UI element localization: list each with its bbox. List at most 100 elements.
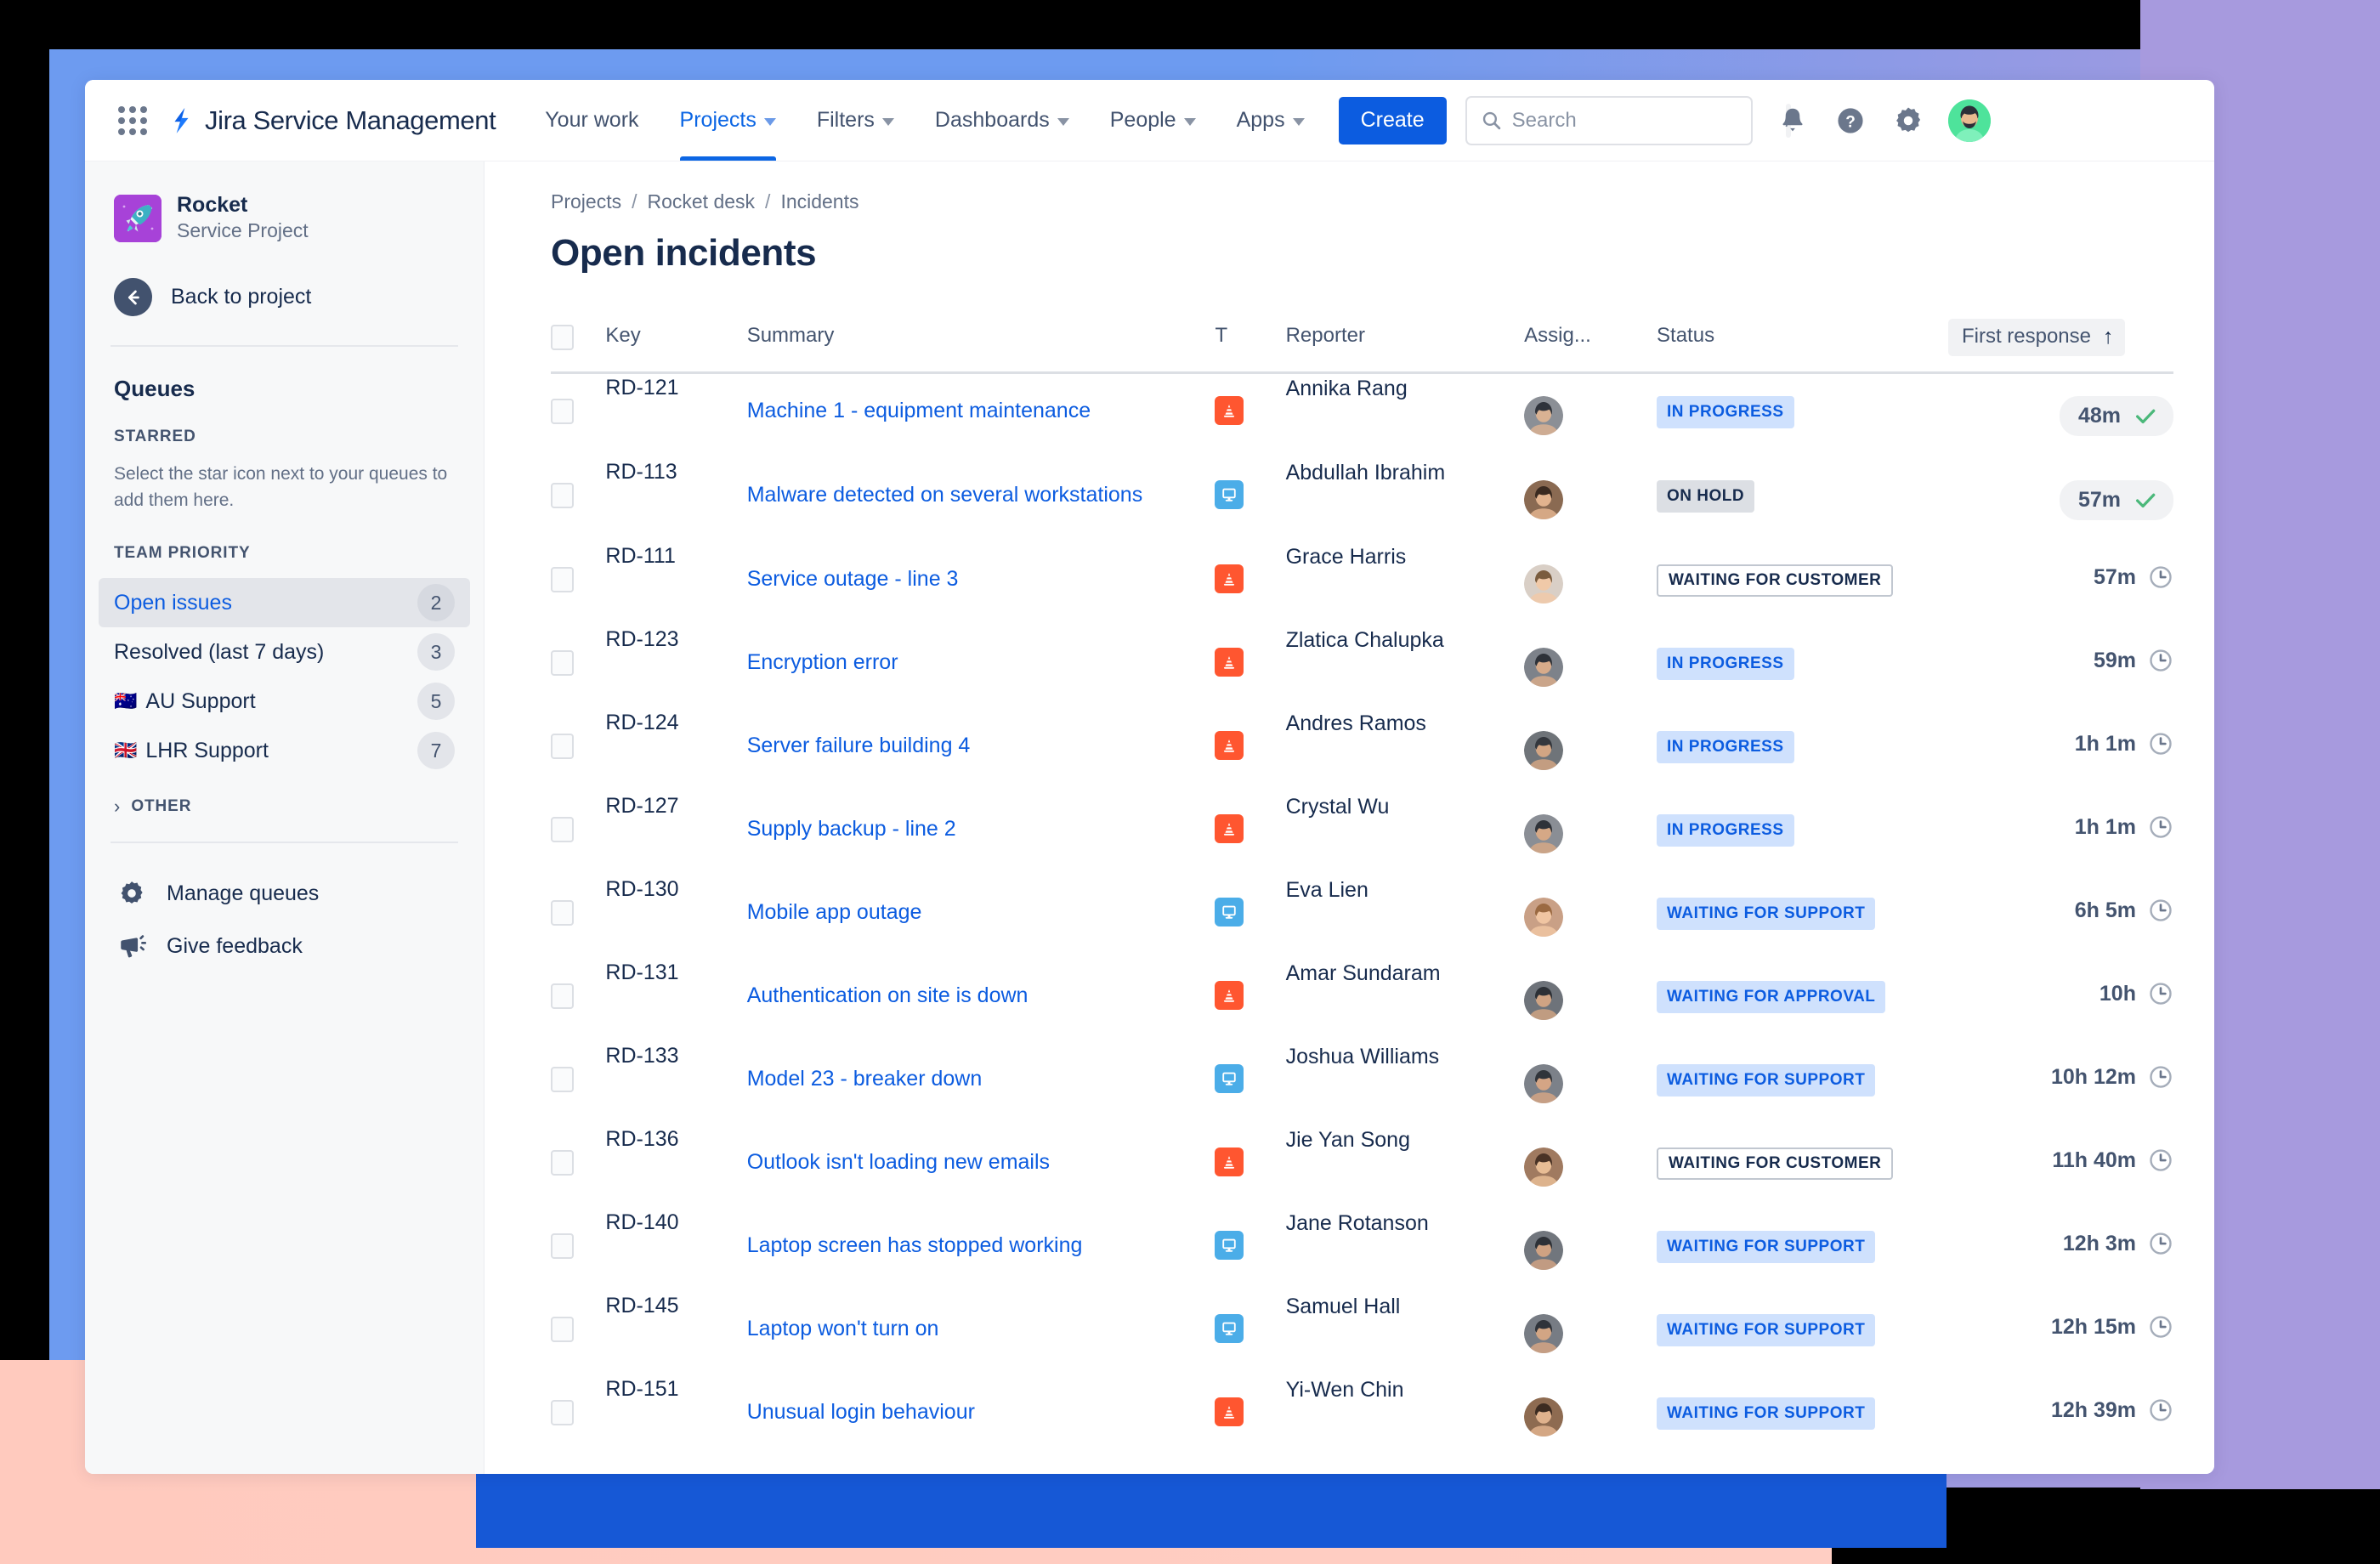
give-feedback-button[interactable]: Give feedback xyxy=(85,920,484,972)
issue-key[interactable]: RD-145 xyxy=(605,1292,746,1375)
issue-key[interactable]: RD-140 xyxy=(605,1209,746,1292)
issue-summary-link[interactable]: Mobile app outage xyxy=(747,898,922,927)
assignee-avatar[interactable] xyxy=(1524,564,1564,604)
notifications-bell-button[interactable] xyxy=(1775,103,1810,139)
table-row[interactable]: RD-133 Model 23 - breaker down Joshua Wi… xyxy=(551,1042,2173,1125)
column-status[interactable]: Status xyxy=(1657,319,1948,374)
issue-assignee-cell[interactable] xyxy=(1524,959,1657,1042)
back-to-project-button[interactable]: Back to project xyxy=(85,278,484,317)
assignee-avatar[interactable] xyxy=(1524,1397,1564,1436)
table-row[interactable]: RD-111 Service outage - line 3 Grace Har… xyxy=(551,542,2173,626)
table-row[interactable]: RD-131 Authentication on site is down Am… xyxy=(551,959,2173,1042)
table-row[interactable]: RD-123 Encryption error Zlatica Chalupka… xyxy=(551,626,2173,709)
assignee-avatar[interactable] xyxy=(1524,1064,1564,1103)
issue-key[interactable]: RD-131 xyxy=(605,959,746,1042)
status-badge[interactable]: IN PROGRESS xyxy=(1657,814,1794,847)
issue-assignee-cell[interactable] xyxy=(1524,1292,1657,1375)
issue-key[interactable]: RD-113 xyxy=(605,458,746,542)
issue-summary-link[interactable]: Model 23 - breaker down xyxy=(747,1064,983,1094)
status-badge[interactable]: IN PROGRESS xyxy=(1657,731,1794,763)
issue-assignee-cell[interactable] xyxy=(1524,542,1657,626)
breadcrumb-incidents[interactable]: Incidents xyxy=(780,190,858,213)
table-row[interactable]: RD-136 Outlook isn't loading new emails … xyxy=(551,1125,2173,1209)
table-row[interactable]: RD-145 Laptop won't turn on Samuel Hall … xyxy=(551,1292,2173,1375)
column-summary[interactable]: Summary xyxy=(746,319,1216,374)
assignee-avatar[interactable] xyxy=(1524,814,1564,853)
issue-key[interactable]: RD-151 xyxy=(605,1375,746,1459)
sidebar-item-resolved[interactable]: Resolved (last 7 days) 3 xyxy=(99,627,470,677)
row-checkbox[interactable] xyxy=(551,1317,574,1342)
row-checkbox[interactable] xyxy=(551,900,574,926)
sidebar-item-au-support[interactable]: 🇦🇺 AU Support 5 xyxy=(99,677,470,726)
status-badge[interactable]: WAITING FOR SUPPORT xyxy=(1657,1397,1876,1430)
issue-key[interactable]: RD-136 xyxy=(605,1125,746,1209)
issue-summary-link[interactable]: Service outage - line 3 xyxy=(747,564,959,594)
issue-assignee-cell[interactable] xyxy=(1524,1375,1657,1459)
column-assignee[interactable]: Assig... xyxy=(1524,319,1658,374)
issue-assignee-cell[interactable] xyxy=(1524,626,1657,709)
issue-key[interactable]: RD-123 xyxy=(605,626,746,709)
status-badge[interactable]: WAITING FOR CUSTOMER xyxy=(1657,564,1894,597)
issue-summary-link[interactable]: Outlook isn't loading new emails xyxy=(747,1148,1050,1177)
row-checkbox[interactable] xyxy=(551,567,574,592)
row-checkbox[interactable] xyxy=(551,734,574,759)
issue-assignee-cell[interactable] xyxy=(1524,373,1657,459)
issue-assignee-cell[interactable] xyxy=(1524,1042,1657,1125)
assignee-avatar[interactable] xyxy=(1524,898,1564,937)
row-checkbox[interactable] xyxy=(551,1233,574,1259)
issue-key[interactable]: RD-127 xyxy=(605,792,746,876)
manage-queues-button[interactable]: Manage queues xyxy=(85,867,484,920)
nav-item-people[interactable]: People xyxy=(1090,80,1216,161)
product-home-link[interactable]: Jira Service Management xyxy=(167,105,496,136)
issue-summary-link[interactable]: Malware detected on several workstations xyxy=(747,480,1143,510)
issue-summary-link[interactable]: Server failure building 4 xyxy=(747,731,971,761)
status-badge[interactable]: WAITING FOR SUPPORT xyxy=(1657,1314,1876,1346)
status-badge[interactable]: IN PROGRESS xyxy=(1657,648,1794,680)
row-checkbox[interactable] xyxy=(551,483,574,508)
issue-summary-link[interactable]: Authentication on site is down xyxy=(747,981,1028,1011)
column-key[interactable]: Key xyxy=(605,319,747,374)
status-badge[interactable]: WAITING FOR CUSTOMER xyxy=(1657,1148,1894,1180)
breadcrumb-rocket-desk[interactable]: Rocket desk xyxy=(647,190,755,213)
sidebar-item-open-issues[interactable]: Open issues 2 xyxy=(99,578,470,628)
issue-summary-link[interactable]: Unusual login behaviour xyxy=(747,1397,975,1427)
issue-key[interactable]: RD-111 xyxy=(605,542,746,626)
select-all-checkbox[interactable] xyxy=(551,324,574,350)
issue-key[interactable]: RD-133 xyxy=(605,1042,746,1125)
status-badge[interactable]: IN PROGRESS xyxy=(1657,396,1794,428)
table-row[interactable]: RD-127 Supply backup - line 2 Crystal Wu… xyxy=(551,792,2173,876)
issue-key[interactable]: RD-124 xyxy=(605,709,746,792)
issue-assignee-cell[interactable] xyxy=(1524,458,1657,542)
row-checkbox[interactable] xyxy=(551,399,574,424)
table-row[interactable]: RD-130 Mobile app outage Eva Lien WAITIN… xyxy=(551,876,2173,959)
row-checkbox[interactable] xyxy=(551,650,574,676)
first-response-sort-header[interactable]: First response ↑ xyxy=(1947,319,2125,356)
issue-assignee-cell[interactable] xyxy=(1524,709,1657,792)
issue-assignee-cell[interactable] xyxy=(1524,1125,1657,1209)
status-badge[interactable]: ON HOLD xyxy=(1657,480,1755,513)
nav-item-your-work[interactable]: Your work xyxy=(524,80,659,161)
project-header[interactable]: Rocket Service Project xyxy=(85,192,484,244)
column-reporter[interactable]: Reporter xyxy=(1285,319,1525,374)
nav-item-filters[interactable]: Filters xyxy=(796,80,915,161)
issue-key[interactable]: RD-121 xyxy=(605,373,746,459)
issue-assignee-cell[interactable] xyxy=(1524,792,1657,876)
issue-assignee-cell[interactable] xyxy=(1524,1209,1657,1292)
status-badge[interactable]: WAITING FOR SUPPORT xyxy=(1657,1064,1876,1096)
column-type[interactable]: T xyxy=(1215,319,1286,374)
row-checkbox[interactable] xyxy=(551,817,574,842)
help-button[interactable]: ? xyxy=(1833,103,1868,139)
table-row[interactable]: RD-113 Malware detected on several works… xyxy=(551,458,2173,542)
issue-assignee-cell[interactable] xyxy=(1524,876,1657,959)
nav-item-apps[interactable]: Apps xyxy=(1216,80,1325,161)
row-checkbox[interactable] xyxy=(551,1400,574,1425)
user-avatar[interactable] xyxy=(1947,99,1991,142)
create-button[interactable]: Create xyxy=(1338,96,1447,144)
assignee-avatar[interactable] xyxy=(1524,480,1564,519)
app-switcher-button[interactable] xyxy=(110,99,155,143)
other-section-toggle[interactable]: › OTHER xyxy=(85,797,484,816)
issue-summary-link[interactable]: Laptop won't turn on xyxy=(747,1314,939,1344)
row-checkbox[interactable] xyxy=(551,983,574,1009)
table-row[interactable]: RD-124 Server failure building 4 Andres … xyxy=(551,709,2173,792)
table-row[interactable]: RD-140 Laptop screen has stopped working… xyxy=(551,1209,2173,1292)
